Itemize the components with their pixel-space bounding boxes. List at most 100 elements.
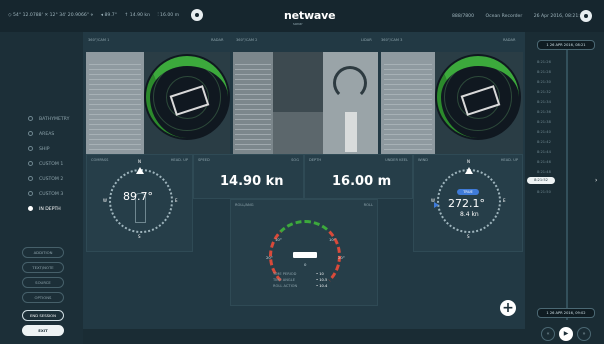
camera-3-screen bbox=[381, 52, 435, 170]
play-button[interactable]: ▶ bbox=[559, 327, 573, 341]
timeline-tick: 8:21:46 bbox=[537, 160, 551, 164]
radio-icon bbox=[28, 116, 33, 121]
user-name[interactable]: Ocean Recorder bbox=[485, 14, 522, 19]
wind-direction-icon bbox=[434, 202, 439, 208]
camera-2-gauge bbox=[323, 52, 378, 170]
rewind-button[interactable]: « bbox=[541, 327, 555, 341]
timeline-tick: 8:21:36 bbox=[537, 110, 551, 114]
wind-card: WIND HEAD. UP N S E W TRUE 272.1° 8.4 kn bbox=[413, 154, 523, 252]
add-widget-button[interactable]: + bbox=[500, 300, 516, 316]
roll-center-mark: 0 bbox=[304, 262, 307, 267]
fast-forward-button[interactable]: » bbox=[577, 327, 591, 341]
timeline-rail[interactable] bbox=[566, 50, 568, 320]
north-arrow-icon bbox=[136, 167, 144, 174]
exit-button[interactable]: EXIT bbox=[22, 325, 64, 336]
layer-custom-1[interactable]: CUSTOM 1 bbox=[28, 161, 63, 167]
wind-direction-value: 272.1° bbox=[448, 197, 485, 210]
layer-bathymetry[interactable]: BATHYMETRY bbox=[28, 116, 69, 122]
timeline-tick: 8:21:50 bbox=[537, 190, 551, 194]
position-readout: ◇ 54° 12.0788' ✕ 12° 34' 20.9066" ⋄ bbox=[8, 13, 94, 18]
camera-2-feed[interactable] bbox=[233, 52, 378, 170]
session-info: 888/7800 Ocean Recorder 26 Apr 2016, 08:… bbox=[452, 14, 596, 19]
compass-label: COMPASS bbox=[91, 158, 109, 162]
top-bar: ◇ 54° 12.0788' ✕ 12° 34' 20.9066" ⋄ ◂ 89… bbox=[0, 0, 604, 32]
source-button[interactable]: SOURCE bbox=[22, 277, 64, 288]
roll-vessel-icon bbox=[293, 252, 317, 258]
depth-label: DEPTH bbox=[309, 158, 322, 162]
camera-3-title: 360°/CAM 3 bbox=[381, 38, 403, 42]
compass-card: COMPASS HEAD. UP N S E W 89.7° bbox=[86, 154, 193, 252]
wind-mode[interactable]: HEAD. UP bbox=[501, 158, 518, 162]
roll-card: ROLL/ANG ROLL 20° 20° 10° 10° 0 TIME PER… bbox=[230, 199, 378, 306]
nav-stats: ◇ 54° 12.0788' ✕ 12° 34' 20.9066" ⋄ ◂ 89… bbox=[8, 12, 185, 18]
speed-mode: SOG bbox=[291, 158, 299, 162]
timeline-start[interactable]: 1 26 APR 2016, 08:21 bbox=[537, 40, 595, 50]
camera-1-title: 360°/CAM 1 bbox=[88, 38, 110, 42]
camera-1-feed[interactable] bbox=[86, 52, 230, 170]
compass-mode[interactable]: HEAD. UP bbox=[171, 158, 188, 162]
camera-2-title: 360°/CAM 2 bbox=[236, 38, 258, 42]
wind-speed-value: 8.4 kn bbox=[460, 211, 479, 218]
timeline-tick: 8:21:30 bbox=[537, 80, 551, 84]
chevron-right-icon[interactable]: › bbox=[595, 177, 597, 184]
vessel-id: 888/7800 bbox=[452, 14, 475, 19]
layer-custom-3[interactable]: CUSTOM 3 bbox=[28, 191, 63, 197]
wind-north: N bbox=[467, 159, 470, 164]
roll-right-mark: 20° bbox=[338, 255, 345, 260]
account-gear-icon[interactable] bbox=[580, 10, 592, 22]
timeline-tick: 8:21:34 bbox=[537, 100, 551, 104]
radio-icon bbox=[28, 161, 33, 166]
radio-icon bbox=[28, 131, 33, 136]
depth-card: DEPTH UNDER KEEL 16.00 m bbox=[304, 154, 413, 199]
layer-ship[interactable]: SHIP bbox=[28, 146, 50, 152]
timeline-tick: 8:21:48 bbox=[537, 170, 551, 174]
end-session-button[interactable]: END SESSION bbox=[22, 310, 64, 321]
roll-stat-2-value: • 10.5 bbox=[316, 278, 328, 282]
camera-2-mode: LIDAR bbox=[361, 38, 372, 42]
wind-south: S bbox=[467, 234, 470, 239]
camera-3-feed[interactable] bbox=[381, 52, 523, 170]
radio-icon bbox=[28, 146, 33, 151]
radio-icon bbox=[28, 191, 33, 196]
timeline-tick: 8:21:40 bbox=[537, 130, 551, 134]
depth-mode: UNDER KEEL bbox=[385, 158, 408, 162]
timeline-tick: 8:21:26 bbox=[537, 60, 551, 64]
layer-areas[interactable]: AREAS bbox=[28, 131, 54, 137]
timeline-cursor[interactable]: 8:21:52 bbox=[527, 177, 555, 184]
camera-3-mode: RADAR bbox=[503, 38, 516, 42]
roll-stat-3-value: • 10.4 bbox=[316, 284, 328, 288]
camera-2-screen-mid bbox=[273, 52, 323, 112]
wind-label: WIND bbox=[418, 158, 429, 162]
compass-south: S bbox=[138, 234, 141, 239]
depth-readout: ⫶ 16.00 m bbox=[157, 13, 180, 18]
wind-east: E bbox=[503, 198, 506, 203]
layer-custom-2[interactable]: CUSTOM 2 bbox=[28, 176, 63, 182]
speed-value: 14.90 kn bbox=[220, 174, 284, 189]
layer-in-depth[interactable]: IN DEPTH bbox=[28, 206, 61, 212]
timeline-tick: 8:21:42 bbox=[537, 140, 551, 144]
options-button[interactable]: OPTIONS bbox=[22, 292, 64, 303]
speed-readout: ↑ 14.90 kn bbox=[124, 13, 150, 18]
radio-icon bbox=[28, 176, 33, 181]
roll-mode: ROLL bbox=[363, 203, 373, 207]
compass-north: N bbox=[138, 159, 141, 164]
datetime: 26 Apr 2016, 08:21:32 bbox=[533, 14, 586, 19]
text-note-button[interactable]: TEXT/NOTE bbox=[22, 262, 64, 273]
timeline-tick: 8:21:44 bbox=[537, 150, 551, 154]
timeline-tick: 8:21:28 bbox=[537, 70, 551, 74]
bottom-strip bbox=[83, 329, 525, 344]
roll-left-mark-2: 10° bbox=[275, 237, 282, 242]
wind-true-badge[interactable]: TRUE bbox=[457, 189, 479, 195]
timeline-end[interactable]: 1 26 APR 2016, 09:02 bbox=[537, 308, 595, 318]
camera-1-screen bbox=[86, 52, 144, 170]
addition-button[interactable]: ADDITION bbox=[22, 247, 64, 258]
north-arrow-icon bbox=[465, 167, 473, 174]
heading-readout: ◂ 89.7° bbox=[100, 13, 118, 18]
radar-display bbox=[435, 54, 521, 140]
compass-east: E bbox=[175, 198, 178, 203]
sidebar: BATHYMETRY AREAS SHIP CUSTOM 1 CUSTOM 2 … bbox=[0, 32, 83, 344]
settings-gear-icon[interactable] bbox=[191, 9, 203, 21]
roll-label: ROLL/ANG bbox=[235, 203, 254, 207]
app-logo: netwave bbox=[284, 9, 336, 22]
roll-right-mark-2: 10° bbox=[329, 237, 336, 242]
